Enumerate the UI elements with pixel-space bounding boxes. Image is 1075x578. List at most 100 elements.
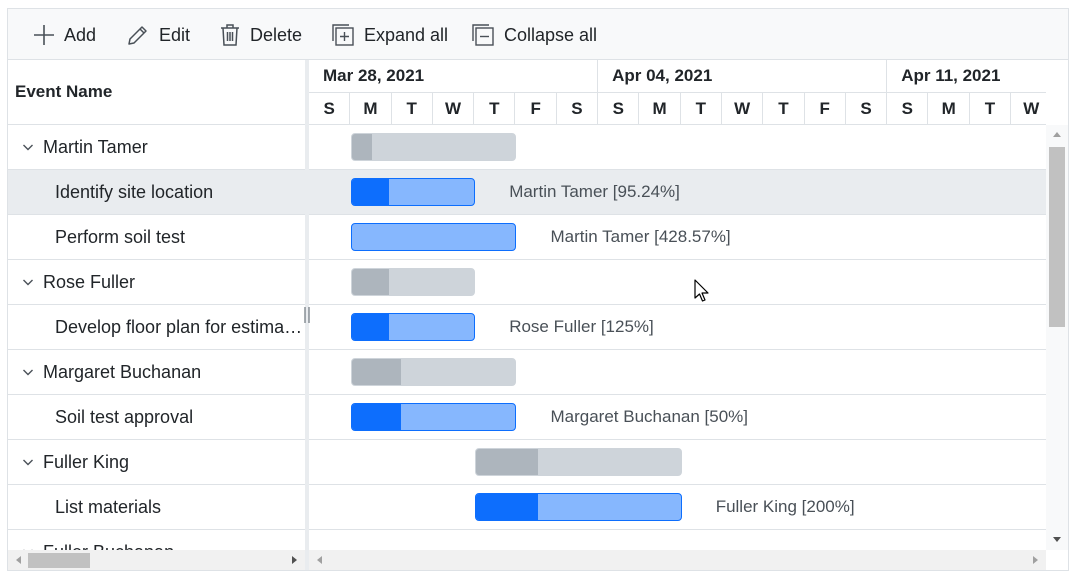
collapse-all-label: Collapse all xyxy=(504,24,598,45)
chevron-down-icon[interactable] xyxy=(22,366,34,378)
day-label: S xyxy=(309,93,351,124)
toolbar: Add Edit Delete Expand all Collapse all xyxy=(8,9,1068,60)
timeline-row[interactable]: Rose Fuller [125%] xyxy=(309,305,1046,350)
day-label: S xyxy=(846,93,888,124)
task-bar[interactable] xyxy=(351,403,517,431)
task-resource-label: Martin Tamer [428.57%] xyxy=(550,227,731,246)
scroll-down-icon[interactable] xyxy=(1053,537,1061,542)
timeline-body: Martin Tamer [95.24%] Martin Tamer [428.5… xyxy=(309,125,1046,550)
day-label: F xyxy=(516,93,557,124)
edit-button[interactable]: Edit xyxy=(126,19,190,51)
task-bar[interactable] xyxy=(351,223,517,251)
task-resource-label: Rose Fuller [125%] xyxy=(509,317,654,336)
task-name: Margaret Buchanan xyxy=(43,361,202,382)
summary-task-bar[interactable] xyxy=(351,268,476,296)
day-label: M xyxy=(639,93,681,124)
timeline-row[interactable]: Martin Tamer [95.24%] xyxy=(309,170,1046,215)
day-label: M xyxy=(929,93,970,124)
timeline-row[interactable] xyxy=(309,260,1046,305)
grid-row[interactable]: Fuller King xyxy=(8,440,305,485)
chevron-down-icon[interactable] xyxy=(22,141,34,153)
task-progress xyxy=(352,314,389,340)
grid-row[interactable]: Rose Fuller xyxy=(8,260,305,305)
task-name: Perform soil test xyxy=(55,226,186,247)
grid-column-header[interactable]: Event Name xyxy=(8,60,305,125)
task-bar[interactable] xyxy=(351,178,476,206)
chevron-down-icon[interactable] xyxy=(22,456,34,468)
grid-row[interactable]: Martin Tamer xyxy=(8,125,305,170)
scroll-up-icon[interactable] xyxy=(1053,132,1061,137)
grid-row[interactable]: Develop floor plan for estimation xyxy=(8,305,305,350)
mouse-cursor-icon xyxy=(694,279,709,302)
task-resource-label: Martin Tamer [95.24%] xyxy=(509,182,680,201)
grid-row[interactable]: Soil test approval xyxy=(8,395,305,440)
delete-label: Delete xyxy=(250,24,303,45)
summary-task-bar[interactable] xyxy=(475,448,682,476)
day-label: S xyxy=(887,93,929,124)
grid-row[interactable]: List materials xyxy=(8,485,305,530)
vertical-scrollbar[interactable] xyxy=(1046,125,1068,550)
task-name: Fuller Buchanan xyxy=(43,542,301,551)
grid-horizontal-scrollbar[interactable] xyxy=(8,550,305,570)
scroll-right-icon[interactable] xyxy=(1033,556,1038,564)
day-label: W xyxy=(722,93,764,124)
task-name: Soil test approval xyxy=(55,406,194,427)
add-label: Add xyxy=(64,24,97,45)
week-label: Mar 28, 2021 xyxy=(323,66,425,85)
pencil-icon xyxy=(126,23,150,47)
week-header: Apr 04, 2021 xyxy=(598,60,888,93)
add-button[interactable]: Add xyxy=(33,19,96,51)
day-label: M xyxy=(350,93,392,124)
timeline-row[interactable] xyxy=(309,125,1046,170)
day-label: T xyxy=(970,93,1012,124)
task-name: Rose Fuller xyxy=(43,271,136,292)
timeline-row[interactable]: Martin Tamer [428.57%] xyxy=(309,215,1046,260)
timeline-row[interactable] xyxy=(309,530,1046,550)
task-bar[interactable] xyxy=(351,313,476,341)
delete-button[interactable]: Delete xyxy=(219,19,302,51)
grid-row[interactable]: Margaret Buchanan xyxy=(8,350,305,395)
event-name-header: Event Name xyxy=(15,82,113,101)
grid-horizontal-scroll-thumb[interactable] xyxy=(28,553,90,568)
expand-all-label: Expand all xyxy=(364,24,449,45)
timeline-horizontal-scrollbar[interactable] xyxy=(309,550,1046,570)
task-resource-label: Fuller King [200%] xyxy=(715,497,855,516)
expand-all-button[interactable]: Expand all xyxy=(331,19,448,51)
timeline-row[interactable] xyxy=(309,350,1046,395)
task-resource-label: Margaret Buchanan [50%] xyxy=(550,407,749,426)
task-progress xyxy=(476,494,538,520)
day-label: T xyxy=(681,93,722,124)
plus-icon xyxy=(33,24,55,46)
grid-body: Martin Tamer Identify site location Perf… xyxy=(8,125,305,550)
timeline-row[interactable]: Fuller King [200%] xyxy=(309,485,1046,530)
task-progress xyxy=(352,179,389,205)
scroll-left-icon[interactable] xyxy=(16,556,21,564)
day-label: W xyxy=(1011,93,1046,124)
summary-task-bar[interactable] xyxy=(351,358,517,386)
scroll-right-icon[interactable] xyxy=(292,556,297,564)
task-progress xyxy=(352,359,402,385)
task-name: Identify site location xyxy=(55,181,214,202)
collapse-all-button[interactable]: Collapse all xyxy=(471,19,597,51)
task-progress xyxy=(476,449,538,475)
day-label: S xyxy=(557,93,599,124)
timeline-row[interactable] xyxy=(309,440,1046,485)
day-label: W xyxy=(433,93,475,124)
summary-task-bar[interactable] xyxy=(351,133,517,161)
collapse-icon xyxy=(471,23,495,47)
grid-row[interactable]: Fuller Buchanan xyxy=(8,530,305,550)
task-bar[interactable] xyxy=(475,493,682,521)
grid-row[interactable]: Identify site location xyxy=(8,170,305,215)
task-name: Fuller King xyxy=(43,451,130,472)
week-header: Mar 28, 2021 xyxy=(309,60,599,93)
scroll-left-icon[interactable] xyxy=(317,556,322,564)
edit-label: Edit xyxy=(159,24,191,45)
week-label: Apr 04, 2021 xyxy=(612,66,713,85)
grid-row[interactable]: Perform soil test xyxy=(8,215,305,260)
day-label: T xyxy=(392,93,433,124)
timeline-row[interactable]: Margaret Buchanan [50%] xyxy=(309,395,1046,440)
task-progress xyxy=(352,134,372,160)
day-label: T xyxy=(474,93,516,124)
chevron-down-icon[interactable] xyxy=(22,276,34,288)
vertical-scroll-thumb[interactable] xyxy=(1049,147,1065,327)
